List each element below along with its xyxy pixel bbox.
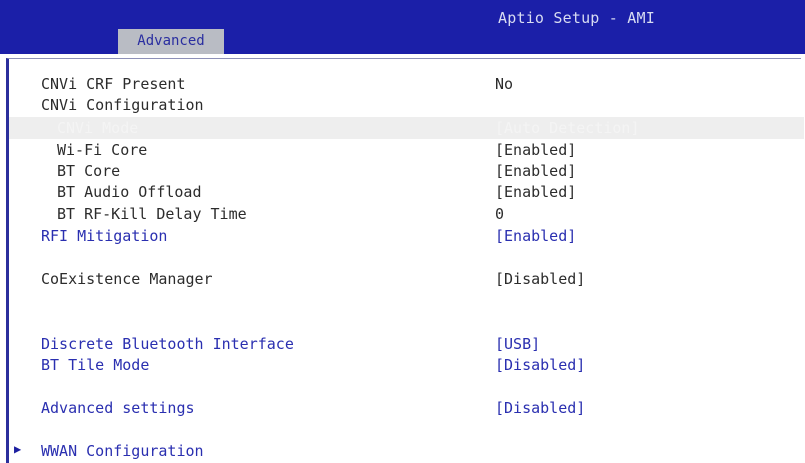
settings-panel: CNVi CRF Present No CNVi Configuration C… — [6, 58, 804, 463]
row-wifi-core: Wi-Fi Core [Enabled] — [9, 141, 804, 161]
setting-value[interactable]: [Auto Detection] — [495, 119, 640, 137]
app-title: Aptio Setup - AMI — [498, 9, 655, 27]
section-heading: CNVi Configuration — [41, 96, 204, 114]
row-advanced-settings[interactable]: Advanced settings [Disabled] — [9, 399, 804, 419]
setting-value: No — [495, 75, 514, 93]
setting-label: CNVi Mode — [57, 119, 139, 137]
row-cnvi-crf-present: CNVi CRF Present No — [9, 75, 804, 95]
setting-value: [Enabled] — [495, 183, 577, 201]
setting-label: BT RF-Kill Delay Time — [57, 205, 247, 223]
setting-label: RFI Mitigation — [41, 227, 168, 245]
submenu-label[interactable]: WWAN Configuration — [41, 442, 204, 460]
tab-advanced[interactable]: Advanced — [118, 29, 224, 54]
setting-label: Wi-Fi Core — [57, 141, 148, 159]
right-triangle-icon: ▶ — [14, 442, 22, 456]
setting-label: CNVi CRF Present — [41, 75, 186, 93]
setting-value: [Enabled] — [495, 141, 577, 159]
setting-value[interactable]: [USB] — [495, 335, 540, 353]
row-bt-core: BT Core [Enabled] — [9, 162, 804, 182]
setting-label: BT Tile Mode — [41, 356, 150, 374]
setting-label: BT Audio Offload — [57, 183, 202, 201]
setting-value[interactable]: [Enabled] — [495, 227, 576, 245]
setting-label: Advanced settings — [41, 399, 195, 417]
title-bar: Aptio Setup - AMI Advanced — [0, 0, 805, 54]
setting-label: BT Core — [57, 162, 121, 180]
setting-label: CoExistence Manager — [41, 270, 213, 288]
row-cnvi-configuration: CNVi Configuration — [9, 96, 804, 116]
row-bt-tile-mode[interactable]: BT Tile Mode [Disabled] — [9, 356, 804, 376]
setting-label: Discrete Bluetooth Interface — [41, 335, 294, 353]
row-discrete-bluetooth-interface[interactable]: Discrete Bluetooth Interface [USB] — [9, 335, 804, 355]
setting-value[interactable]: [Disabled] — [495, 356, 585, 374]
setting-value[interactable]: [Disabled] — [495, 399, 585, 417]
setting-value: 0 — [495, 205, 505, 223]
row-bt-rf-kill-delay-time: BT RF-Kill Delay Time 0 — [9, 205, 804, 225]
setting-value: [Disabled] — [495, 270, 586, 288]
row-rfi-mitigation[interactable]: RFI Mitigation [Enabled] — [9, 227, 804, 247]
row-coexistence-manager: CoExistence Manager [Disabled] — [9, 270, 804, 290]
row-cnvi-mode[interactable]: CNVi Mode [Auto Detection] — [9, 119, 804, 139]
row-bt-audio-offload: BT Audio Offload [Enabled] — [9, 183, 804, 203]
setting-value: [Enabled] — [495, 162, 577, 180]
row-wwan-configuration[interactable]: ▶ WWAN Configuration — [9, 442, 804, 462]
